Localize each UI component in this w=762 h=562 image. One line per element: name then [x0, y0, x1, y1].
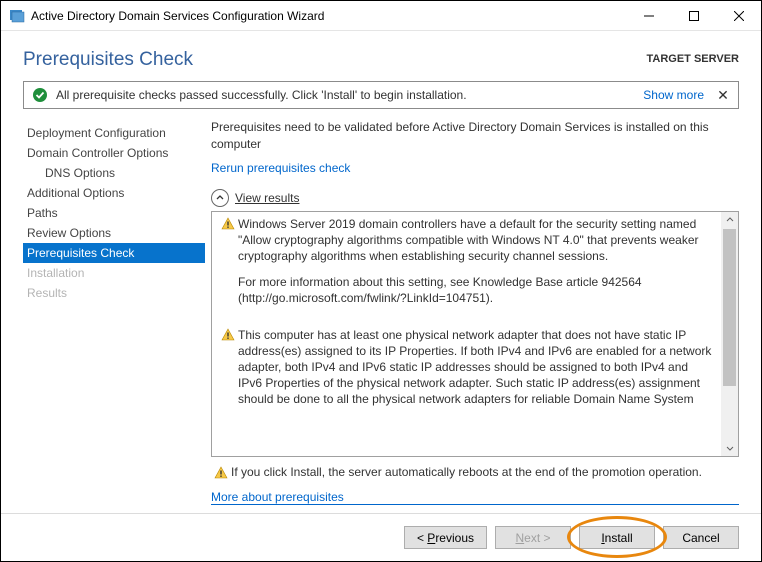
sidebar-item-additional-options[interactable]: Additional Options — [23, 183, 205, 203]
results-box: Windows Server 2019 domain controllers h… — [211, 211, 739, 457]
footer-warning: If you click Install, the server automat… — [211, 465, 739, 480]
scroll-up-button[interactable] — [721, 212, 738, 229]
sidebar-item-prerequisites-check[interactable]: Prerequisites Check — [23, 243, 205, 263]
warning-icon — [218, 216, 238, 317]
maximize-button[interactable] — [671, 1, 716, 30]
install-button[interactable]: Install — [579, 526, 655, 549]
banner-close-icon[interactable]: ✕ — [716, 87, 730, 104]
install-highlight: Install — [579, 526, 655, 549]
footer-warning-text: If you click Install, the server automat… — [231, 465, 702, 479]
warning-icon — [211, 465, 231, 480]
show-more-link[interactable]: Show more — [643, 88, 704, 102]
sidebar-item-installation: Installation — [23, 263, 205, 283]
view-results-toggle[interactable]: View results — [211, 189, 739, 207]
previous-button[interactable]: < Previous — [404, 526, 487, 549]
banner-text: All prerequisite checks passed successfu… — [56, 88, 643, 102]
result-item: This computer has at least one physical … — [218, 327, 715, 418]
success-icon — [32, 87, 48, 103]
sidebar-item-review-options[interactable]: Review Options — [23, 223, 205, 243]
scroll-thumb[interactable] — [723, 229, 736, 387]
sidebar-item-deployment-configuration[interactable]: Deployment Configuration — [23, 123, 205, 143]
header-row: Prerequisites Check TARGET SERVER — [1, 31, 761, 81]
scroll-down-button[interactable] — [721, 439, 738, 456]
sidebar-item-paths[interactable]: Paths — [23, 203, 205, 223]
cancel-button[interactable]: Cancel — [663, 526, 739, 549]
sidebar-item-domain-controller-options[interactable]: Domain Controller Options — [23, 143, 205, 163]
close-button[interactable] — [716, 1, 761, 30]
intro-text: Prerequisites need to be validated befor… — [211, 119, 739, 153]
main-row: Deployment Configuration Domain Controll… — [1, 119, 761, 513]
target-server-label: TARGET SERVER — [647, 53, 740, 65]
next-button: Next > — [495, 526, 571, 549]
main-pane: Prerequisites need to be validated befor… — [205, 119, 739, 513]
page-title: Prerequisites Check — [23, 49, 193, 71]
minimize-button[interactable] — [626, 1, 671, 30]
sidebar-item-results: Results — [23, 283, 205, 303]
content-area: Prerequisites Check TARGET SERVER All pr… — [1, 31, 761, 561]
result-text: Windows Server 2019 domain controllers h… — [238, 216, 715, 317]
scroll-track[interactable] — [721, 229, 738, 439]
warning-icon — [218, 327, 238, 418]
wizard-window: Active Directory Domain Services Configu… — [0, 0, 762, 562]
button-row: < Previous Next > Install Cancel — [1, 513, 761, 561]
result-text: This computer has at least one physical … — [238, 327, 715, 418]
app-icon — [9, 8, 25, 24]
chevron-up-icon[interactable] — [211, 189, 229, 207]
nav-sidebar: Deployment Configuration Domain Controll… — [23, 119, 205, 513]
sidebar-item-dns-options[interactable]: DNS Options — [23, 163, 205, 183]
results-content: Windows Server 2019 domain controllers h… — [212, 212, 721, 456]
status-banner: All prerequisite checks passed successfu… — [23, 81, 739, 109]
titlebar: Active Directory Domain Services Configu… — [1, 1, 761, 31]
window-title: Active Directory Domain Services Configu… — [31, 9, 626, 23]
view-results-label[interactable]: View results — [235, 191, 299, 205]
rerun-link[interactable]: Rerun prerequisites check — [211, 161, 739, 175]
window-controls — [626, 1, 761, 30]
scrollbar[interactable] — [721, 212, 738, 456]
more-about-link[interactable]: More about prerequisites — [211, 490, 739, 505]
result-item: Windows Server 2019 domain controllers h… — [218, 216, 715, 317]
